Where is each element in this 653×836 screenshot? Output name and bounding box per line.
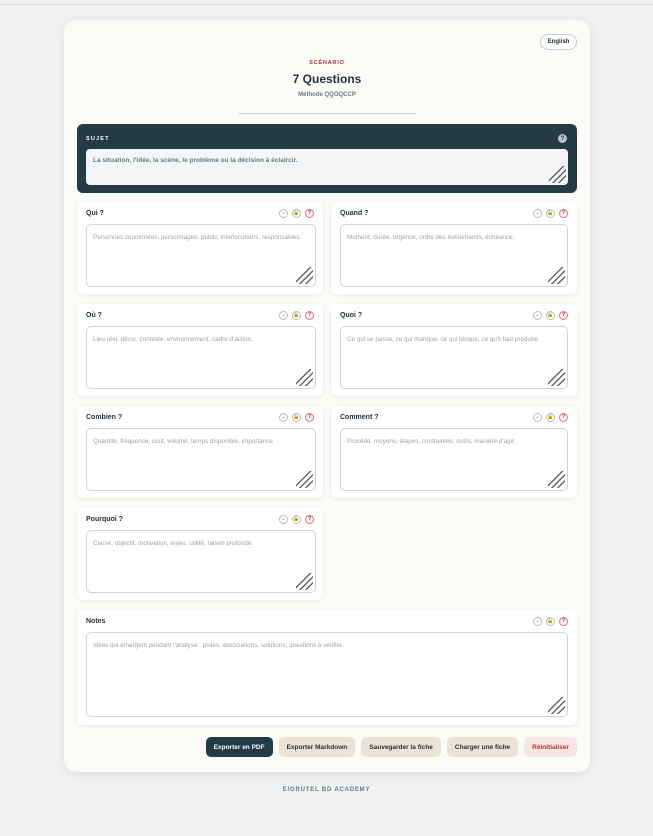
- resize-handle[interactable]: [296, 471, 313, 488]
- question-label: Pourquoi ?: [86, 516, 123, 523]
- help-icon[interactable]: ?: [559, 209, 568, 218]
- question-card-combien: Combien ? ⌄ 🔓? Quantité, fréquence, coût,…: [77, 406, 323, 498]
- quand-textarea[interactable]: Moment, durée, urgence, ordre des événem…: [340, 224, 568, 287]
- chevron-down-icon[interactable]: ⌄: [279, 209, 288, 218]
- notes-textarea[interactable]: Idées qui émergent pendant l'analyse : p…: [86, 632, 568, 717]
- lock-icon[interactable]: 🔓: [292, 413, 301, 422]
- help-icon[interactable]: ?: [305, 209, 314, 218]
- help-icon[interactable]: ?: [305, 311, 314, 320]
- notes-card: Notes ⌄ 🔓? Idées qui émergent pendant l'a…: [77, 610, 577, 725]
- resize-handle[interactable]: [548, 471, 565, 488]
- question-label: Quoi ?: [340, 312, 363, 319]
- footer-brand: EIGRUTEL BD ACADEMY: [282, 787, 371, 793]
- question-label: Qui ?: [86, 210, 104, 217]
- resize-handle[interactable]: [296, 369, 313, 386]
- combien-textarea[interactable]: Quantité, fréquence, coût, volume, temps…: [86, 428, 316, 491]
- lock-icon[interactable]: 🔓: [292, 515, 301, 524]
- pourquoi-textarea[interactable]: Cause, objectif, motivation, enjeu, util…: [86, 530, 316, 593]
- quoi-textarea[interactable]: Ce qui se passe, ce qui manque, ce qui b…: [340, 326, 568, 389]
- qui-textarea[interactable]: Personnes concernées, personnages, publi…: [86, 224, 316, 287]
- resize-handle[interactable]: [549, 166, 566, 183]
- help-icon[interactable]: ?: [305, 515, 314, 524]
- question-card-comment: Comment ? ⌄ 🔓? Procédé, moyens, étapes, c…: [331, 406, 577, 498]
- help-icon[interactable]: ?: [559, 311, 568, 320]
- chevron-down-icon[interactable]: ⌄: [279, 515, 288, 524]
- question-label: Quand ?: [340, 210, 369, 217]
- top-divider: [0, 4, 653, 5]
- subject-input[interactable]: La situation, l'idée, la scène, le probl…: [86, 149, 568, 185]
- reset-button[interactable]: Réinitialiser: [524, 737, 577, 757]
- help-icon[interactable]: ?: [559, 413, 568, 422]
- resize-handle[interactable]: [548, 267, 565, 284]
- lock-icon[interactable]: 🔓: [292, 209, 301, 218]
- chevron-down-icon[interactable]: ⌄: [533, 617, 542, 626]
- question-card-ou: Où ? ⌄ 🔓? Lieu réel, décor, contexte, env…: [77, 304, 323, 396]
- save-sheet-button[interactable]: Sauvegarder la fiche: [361, 737, 441, 757]
- notes-label: Notes: [86, 618, 106, 625]
- resize-handle[interactable]: [548, 697, 565, 714]
- resize-handle[interactable]: [548, 369, 565, 386]
- question-label: Où ?: [86, 312, 102, 319]
- question-card-qui: Qui ? ⌄ 🔓? Personnes concernées, personna…: [77, 202, 323, 294]
- export-pdf-button[interactable]: Exporter en PDF: [205, 737, 273, 757]
- comment-textarea[interactable]: Procédé, moyens, étapes, contraintes, ou…: [340, 428, 568, 491]
- lock-icon[interactable]: 🔓: [546, 413, 555, 422]
- chevron-down-icon[interactable]: ⌄: [533, 311, 542, 320]
- subject-panel: SUJET ? La situation, l'idée, la scène, …: [77, 124, 577, 193]
- chevron-down-icon[interactable]: ⌄: [533, 209, 542, 218]
- question-label: Combien ?: [86, 414, 123, 421]
- question-card-pourquoi: Pourquoi ? ⌄ 🔓? Cause, objectif, motivati…: [77, 508, 323, 600]
- subject-label: SUJET: [86, 136, 110, 142]
- question-card-quand: Quand ? ⌄ 🔓? Moment, durée, urgence, ordr…: [331, 202, 577, 294]
- lock-icon[interactable]: 🔓: [546, 209, 555, 218]
- action-bar: Exporter en PDF Exporter Markdown Sauveg…: [205, 737, 577, 757]
- lock-icon[interactable]: 🔓: [546, 311, 555, 320]
- lock-icon[interactable]: 🔓: [292, 311, 301, 320]
- question-label: Comment ?: [340, 414, 379, 421]
- header-divider: [238, 113, 416, 114]
- load-sheet-button[interactable]: Charger une fiche: [446, 737, 519, 757]
- kicker: SCÉNARIO: [309, 60, 345, 66]
- help-icon[interactable]: ?: [558, 134, 567, 143]
- page-subtitle: Méthode QQOQCCP: [298, 92, 356, 98]
- main-card: English SCÉNARIO 7 Questions Méthode QQO…: [64, 20, 590, 772]
- help-icon[interactable]: ?: [559, 617, 568, 626]
- page-title: 7 Questions: [292, 72, 362, 86]
- question-card-quoi: Quoi ? ⌄ 🔓? Ce qui se passe, ce qui manqu…: [331, 304, 577, 396]
- resize-handle[interactable]: [296, 267, 313, 284]
- lock-icon[interactable]: 🔓: [546, 617, 555, 626]
- resize-handle[interactable]: [296, 573, 313, 590]
- language-button[interactable]: English: [540, 34, 577, 50]
- chevron-down-icon[interactable]: ⌄: [279, 311, 288, 320]
- help-icon[interactable]: ?: [305, 413, 314, 422]
- chevron-down-icon[interactable]: ⌄: [533, 413, 542, 422]
- export-markdown-button[interactable]: Exporter Markdown: [278, 737, 356, 757]
- chevron-down-icon[interactable]: ⌄: [279, 413, 288, 422]
- ou-textarea[interactable]: Lieu réel, décor, contexte, environnemen…: [86, 326, 316, 389]
